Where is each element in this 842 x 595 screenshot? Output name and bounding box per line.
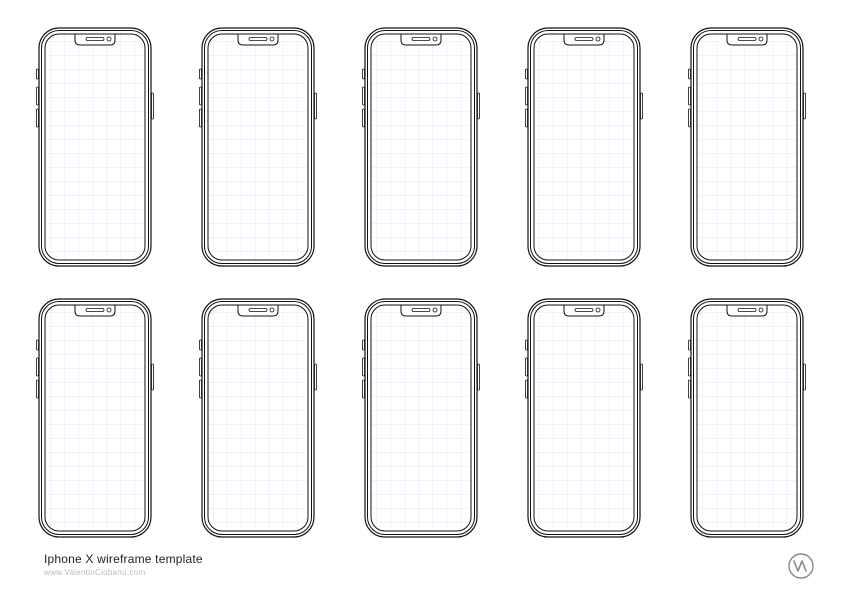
template-subtitle: www.ValentinCiobanu.com xyxy=(44,568,203,577)
phone-grid xyxy=(30,22,812,542)
brand-logo-icon xyxy=(788,553,814,579)
phone-frame xyxy=(525,27,643,267)
phone-frame xyxy=(688,298,806,538)
template-title: Iphone X wireframe template xyxy=(44,552,203,566)
phone-frame xyxy=(36,298,154,538)
phone-frame xyxy=(362,298,480,538)
footer: Iphone X wireframe template www.Valentin… xyxy=(44,552,203,577)
phone-frame xyxy=(199,298,317,538)
phone-frame xyxy=(362,27,480,267)
phone-frame xyxy=(199,27,317,267)
phone-frame xyxy=(36,27,154,267)
phone-frame xyxy=(688,27,806,267)
phone-frame xyxy=(525,298,643,538)
